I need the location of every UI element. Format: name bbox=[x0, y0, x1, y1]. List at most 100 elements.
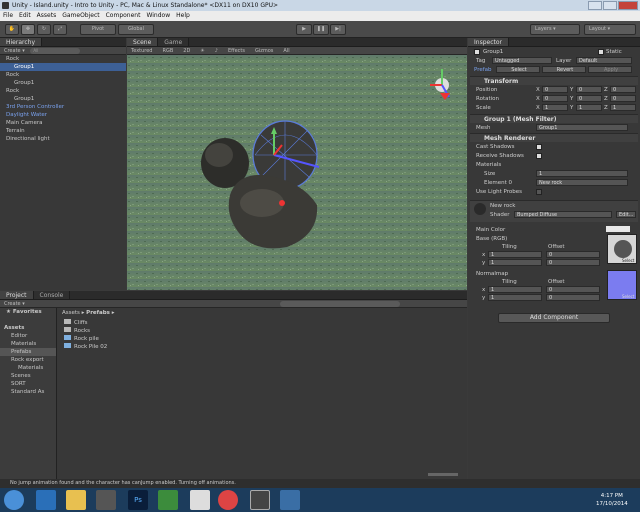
hand-tool-button[interactable]: ✋ bbox=[5, 24, 19, 35]
hierarchy-search-input[interactable]: All bbox=[30, 47, 81, 54]
layers-dropdown[interactable]: Layers ▾ bbox=[530, 24, 580, 35]
menu-window[interactable]: Window bbox=[146, 11, 170, 21]
hierarchy-item[interactable]: Group1 bbox=[0, 95, 126, 103]
step-button[interactable]: ▶| bbox=[330, 24, 346, 35]
rotate-tool-button[interactable]: ↻ bbox=[37, 24, 51, 35]
mesh-filter-header[interactable]: Group 1 (Mesh Filter) bbox=[470, 114, 638, 123]
cast-shadows-checkbox[interactable] bbox=[536, 144, 542, 150]
shader-dropdown[interactable]: Bumped Diffuse bbox=[514, 211, 612, 218]
layer-dropdown[interactable]: Default bbox=[576, 57, 632, 64]
breadcrumb-prefabs[interactable]: Prefabs bbox=[86, 310, 110, 316]
move-tool-button[interactable]: ✥ bbox=[21, 24, 35, 35]
tab-scene[interactable]: Scene bbox=[127, 38, 159, 46]
transform-rot-field[interactable]: 0 bbox=[576, 95, 602, 102]
static-checkbox[interactable] bbox=[598, 49, 604, 55]
hierarchy-item[interactable]: Rock bbox=[0, 55, 126, 63]
tab-hierarchy[interactable]: Hierarchy bbox=[0, 38, 43, 46]
mesh-renderer-header[interactable]: Mesh Renderer bbox=[470, 133, 638, 142]
transform-header[interactable]: Transform bbox=[470, 76, 638, 85]
transform-rot-field[interactable]: 0 bbox=[542, 95, 568, 102]
scale-tool-button[interactable]: ⤢ bbox=[53, 24, 67, 35]
project-create-button[interactable]: Create bbox=[4, 301, 21, 307]
scene-viewport[interactable] bbox=[127, 55, 467, 290]
hierarchy-item[interactable]: Main Camera bbox=[0, 119, 126, 127]
audio-toggle-icon[interactable]: ♪ bbox=[215, 47, 218, 54]
transform-rot-field[interactable]: 0 bbox=[610, 95, 636, 102]
global-toggle[interactable]: Global bbox=[118, 24, 154, 35]
hierarchy-item[interactable]: Directional light bbox=[0, 135, 126, 143]
project-tree-item[interactable]: Rock export bbox=[0, 356, 56, 364]
app2-icon[interactable] bbox=[280, 490, 300, 510]
hierarchy-item[interactable]: Rock bbox=[0, 71, 126, 79]
transform-scl-field[interactable]: 1 bbox=[576, 104, 602, 111]
transform-pos-field[interactable]: 0 bbox=[542, 86, 568, 93]
hierarchy-item[interactable]: Rock bbox=[0, 87, 126, 95]
file-item[interactable]: Rock Pile 02 bbox=[64, 343, 107, 351]
project-tree-item[interactable]: Prefabs bbox=[0, 348, 56, 356]
normalmap-texture-slot[interactable]: Select bbox=[607, 270, 637, 300]
hierarchy-item[interactable]: Terrain bbox=[0, 127, 126, 135]
ie-icon[interactable] bbox=[36, 490, 56, 510]
tab-inspector[interactable]: Inspector bbox=[468, 38, 509, 46]
hierarchy-item[interactable]: Group1 bbox=[0, 63, 126, 71]
hierarchy-item[interactable]: 3rd Person Controller bbox=[0, 103, 126, 111]
base-texture-slot[interactable]: Select bbox=[607, 234, 637, 264]
maximize-button[interactable] bbox=[603, 1, 617, 10]
hierarchy-item[interactable]: Daylight Water bbox=[0, 111, 126, 119]
project-tree-item[interactable]: Standard As bbox=[0, 388, 56, 396]
icon-size-slider[interactable] bbox=[428, 473, 458, 476]
receive-shadows-checkbox[interactable] bbox=[536, 153, 542, 159]
2d-toggle[interactable]: 2D bbox=[183, 47, 190, 54]
shader-edit-button[interactable]: Edit... bbox=[616, 211, 636, 218]
project-tree-item[interactable]: Scenes bbox=[0, 372, 56, 380]
main-color-swatch[interactable] bbox=[606, 226, 630, 232]
layout-dropdown[interactable]: Layout ▾ bbox=[584, 24, 636, 35]
photoshop-icon[interactable]: Ps bbox=[128, 490, 148, 510]
normalmap-texture-select[interactable]: Select bbox=[622, 294, 634, 299]
explorer-icon[interactable] bbox=[66, 490, 86, 510]
file-item[interactable]: Rock pile bbox=[64, 335, 107, 343]
menu-assets[interactable]: Assets bbox=[37, 11, 57, 21]
prefab-select-button[interactable]: Select bbox=[496, 66, 540, 73]
menu-component[interactable]: Component bbox=[106, 11, 141, 21]
pivot-toggle[interactable]: Pivot bbox=[80, 24, 116, 35]
tab-console[interactable]: Console bbox=[33, 291, 71, 299]
base-tiling-y[interactable]: 1 bbox=[488, 259, 542, 266]
base-texture-select[interactable]: Select bbox=[622, 258, 634, 263]
rgb-dropdown[interactable]: RGB bbox=[162, 47, 173, 54]
transform-pos-field[interactable]: 0 bbox=[610, 86, 636, 93]
base-offset-y[interactable]: 0 bbox=[546, 259, 600, 266]
scene-search-input[interactable]: All bbox=[283, 47, 289, 54]
unity-taskbar-icon[interactable] bbox=[250, 490, 270, 510]
transform-pos-field[interactable]: 0 bbox=[576, 86, 602, 93]
file-item[interactable]: Rocks bbox=[64, 327, 107, 335]
tab-game[interactable]: Game bbox=[158, 38, 190, 46]
menu-edit[interactable]: Edit bbox=[19, 11, 31, 21]
clock[interactable]: 4:17 PM 17/10/2014 bbox=[596, 492, 628, 508]
nm-tiling-x[interactable]: 1 bbox=[488, 286, 542, 293]
app-icon[interactable] bbox=[158, 490, 178, 510]
effects-dropdown[interactable]: Effects bbox=[228, 47, 245, 54]
breadcrumb-assets[interactable]: Assets bbox=[62, 310, 80, 316]
hierarchy-create-button[interactable]: Create bbox=[4, 48, 21, 54]
size-field[interactable]: 1 bbox=[536, 170, 628, 177]
nm-offset-y[interactable]: 0 bbox=[546, 294, 600, 301]
menu-gameobject[interactable]: GameObject bbox=[62, 11, 99, 21]
lighting-toggle-icon[interactable]: ☀ bbox=[200, 47, 204, 54]
project-tree-item[interactable]: Materials bbox=[0, 340, 56, 348]
add-component-button[interactable]: Add Component bbox=[498, 313, 610, 323]
light-probes-checkbox[interactable] bbox=[536, 189, 542, 195]
favorites-node[interactable]: ★ Favorites bbox=[0, 308, 56, 316]
mesh-field[interactable]: Group1 bbox=[536, 124, 628, 131]
base-offset-x[interactable]: 0 bbox=[546, 251, 600, 258]
menu-file[interactable]: File bbox=[3, 11, 13, 21]
base-tiling-x[interactable]: 1 bbox=[488, 251, 542, 258]
transform-scl-field[interactable]: 1 bbox=[542, 104, 568, 111]
project-tree-item[interactable]: Materials bbox=[0, 364, 56, 372]
menu-help[interactable]: Help bbox=[176, 11, 190, 21]
object-active-checkbox[interactable] bbox=[474, 49, 480, 55]
shading-mode-dropdown[interactable]: Textured bbox=[131, 47, 152, 54]
project-tree-item[interactable]: SORT bbox=[0, 380, 56, 388]
project-tree-item[interactable]: Assets bbox=[0, 324, 56, 332]
hierarchy-item[interactable]: Group1 bbox=[0, 79, 126, 87]
